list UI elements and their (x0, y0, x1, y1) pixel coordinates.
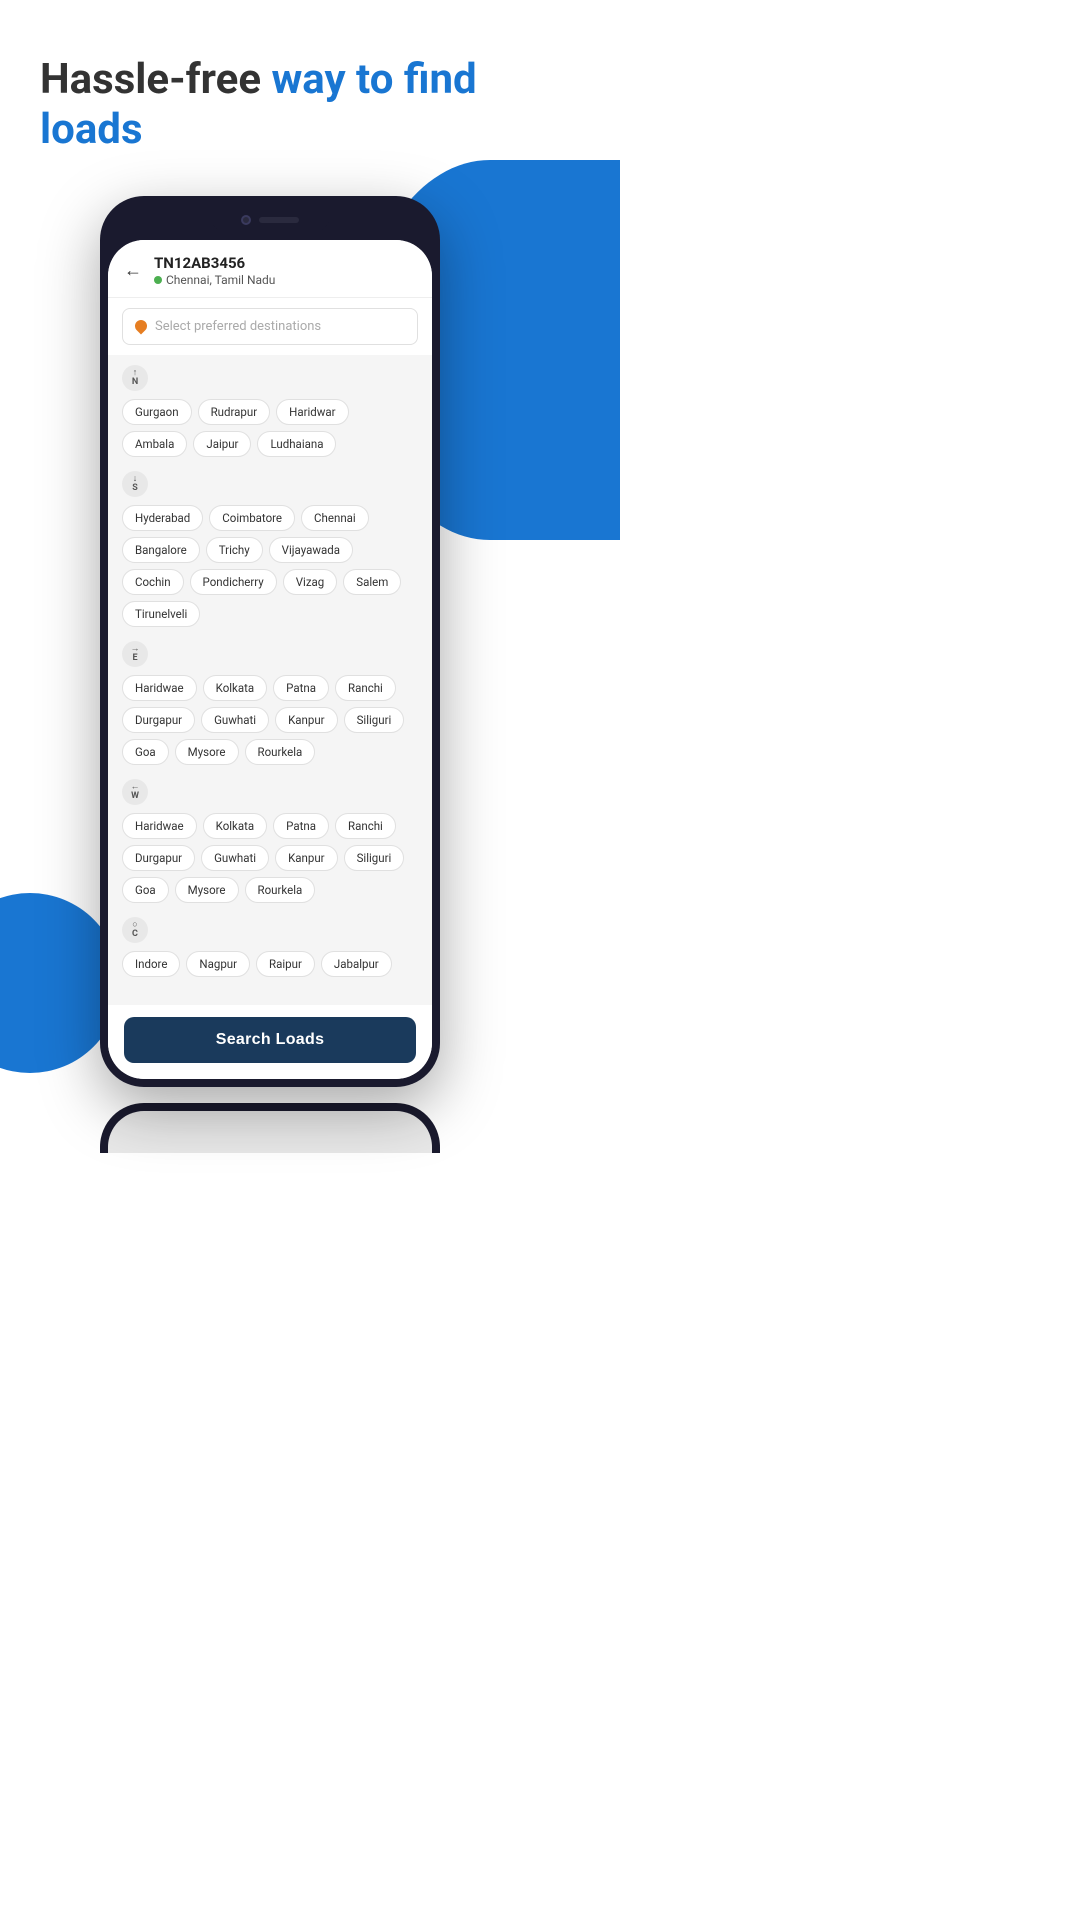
tag-pondicherry[interactable]: Pondicherry (190, 569, 277, 595)
tag-gurgaon[interactable]: Gurgaon (122, 399, 192, 425)
west-icon: ←W (122, 779, 148, 805)
tag-mysore-w[interactable]: Mysore (175, 877, 239, 903)
tag-kanpur-e[interactable]: Kanpur (275, 707, 338, 733)
destination-search-input[interactable]: Select preferred destinations (122, 308, 418, 345)
east-label: →E (122, 641, 418, 667)
camera-icon (241, 215, 251, 225)
central-tags: Indore Nagpur Raipur Jabalpur (122, 951, 418, 977)
direction-central: ○C Indore Nagpur Raipur Jabalpur (122, 917, 418, 977)
tag-coimbatore[interactable]: Coimbatore (209, 505, 295, 531)
page-header: Hassle-free way to find loads (0, 0, 540, 186)
online-indicator (154, 276, 162, 284)
vehicle-info: TN12AB3456 Chennai, Tamil Nadu (154, 254, 275, 287)
central-icon: ○C (122, 917, 148, 943)
tag-patna-w[interactable]: Patna (273, 813, 329, 839)
search-placeholder: Select preferred destinations (155, 319, 321, 334)
tag-kolkata-e[interactable]: Kolkata (203, 675, 268, 701)
tag-ranchi-w[interactable]: Ranchi (335, 813, 396, 839)
location-text: Chennai, Tamil Nadu (166, 273, 275, 287)
bottom-action-area: Search Loads (108, 1005, 432, 1079)
back-button[interactable]: ← (124, 260, 142, 281)
headline: Hassle-free way to find loads (40, 55, 500, 156)
tag-trichy[interactable]: Trichy (206, 537, 263, 563)
headline-blue-1: way to find (271, 55, 476, 104)
tag-ambala[interactable]: Ambala (122, 431, 187, 457)
tag-chennai[interactable]: Chennai (301, 505, 369, 531)
central-label: ○C (122, 917, 418, 943)
tag-kanpur-w[interactable]: Kanpur (275, 845, 338, 871)
tag-vizag[interactable]: Vizag (283, 569, 338, 595)
notch (210, 207, 330, 233)
speaker-icon (259, 217, 299, 223)
phone-screen: ← TN12AB3456 Chennai, Tamil Nadu Select … (108, 240, 432, 1079)
phone-wrapper: ← TN12AB3456 Chennai, Tamil Nadu Select … (0, 196, 540, 1087)
vehicle-id: TN12AB3456 (154, 254, 275, 272)
destinations-list: ↑N Gurgaon Rudrapur Haridwar Ambala Jaip… (108, 355, 432, 1001)
tag-durgapur-w[interactable]: Durgapur (122, 845, 195, 871)
tag-indore[interactable]: Indore (122, 951, 180, 977)
tag-kolkata-w[interactable]: Kolkata (203, 813, 268, 839)
south-label: ↓S (122, 471, 418, 497)
tag-tirunelveli[interactable]: Tirunelveli (122, 601, 200, 627)
tag-siliguri-e[interactable]: Siliguri (344, 707, 405, 733)
tag-hyderabad[interactable]: Hyderabad (122, 505, 203, 531)
tag-rourkela-e[interactable]: Rourkela (245, 739, 316, 765)
second-phone-stub (100, 1103, 440, 1153)
tag-nagpur[interactable]: Nagpur (186, 951, 250, 977)
tag-rudrapur[interactable]: Rudrapur (198, 399, 271, 425)
north-label: ↑N (122, 365, 418, 391)
west-label: ←W (122, 779, 418, 805)
tag-vijayawada[interactable]: Vijayawada (269, 537, 353, 563)
tag-durgapur-e[interactable]: Durgapur (122, 707, 195, 733)
tag-goa-w[interactable]: Goa (122, 877, 169, 903)
tag-salem[interactable]: Salem (343, 569, 401, 595)
bottom-phone-preview (0, 1103, 540, 1153)
phone-frame: ← TN12AB3456 Chennai, Tamil Nadu Select … (100, 196, 440, 1087)
tag-ranchi-e[interactable]: Ranchi (335, 675, 396, 701)
search-loads-button[interactable]: Search Loads (124, 1017, 416, 1063)
headline-black: Hassle-free (40, 55, 271, 104)
tag-jabalpur[interactable]: Jabalpur (321, 951, 392, 977)
tag-guwhati-e[interactable]: Guwhati (201, 707, 269, 733)
tag-jaipur[interactable]: Jaipur (193, 431, 251, 457)
tag-bangalore[interactable]: Bangalore (122, 537, 200, 563)
south-icon: ↓S (122, 471, 148, 497)
vehicle-location: Chennai, Tamil Nadu (154, 273, 275, 287)
notch-bar (108, 204, 432, 236)
west-tags: Haridwae Kolkata Patna Ranchi Durgapur G… (122, 813, 418, 903)
app-header: ← TN12AB3456 Chennai, Tamil Nadu (108, 240, 432, 298)
headline-blue-2: loads (40, 105, 143, 154)
tag-raipur[interactable]: Raipur (256, 951, 315, 977)
east-tags: Haridwae Kolkata Patna Ranchi Durgapur G… (122, 675, 418, 765)
direction-north: ↑N Gurgaon Rudrapur Haridwar Ambala Jaip… (122, 365, 418, 457)
location-pin-icon (133, 318, 150, 335)
tag-haridwae-w[interactable]: Haridwae (122, 813, 197, 839)
direction-east: →E Haridwae Kolkata Patna Ranchi Durgapu… (122, 641, 418, 765)
tag-rourkela-w[interactable]: Rourkela (245, 877, 316, 903)
direction-west: ←W Haridwae Kolkata Patna Ranchi Durgapu… (122, 779, 418, 903)
tag-guwhati-w[interactable]: Guwhati (201, 845, 269, 871)
search-box-container: Select preferred destinations (108, 298, 432, 355)
south-tags: Hyderabad Coimbatore Chennai Bangalore T… (122, 505, 418, 627)
tag-goa-e[interactable]: Goa (122, 739, 169, 765)
tag-haridwar[interactable]: Haridwar (276, 399, 348, 425)
tag-ludhaiana[interactable]: Ludhaiana (257, 431, 336, 457)
east-icon: →E (122, 641, 148, 667)
tag-haridwae-e[interactable]: Haridwae (122, 675, 197, 701)
direction-south: ↓S Hyderabad Coimbatore Chennai Bangalor… (122, 471, 418, 627)
north-tags: Gurgaon Rudrapur Haridwar Ambala Jaipur … (122, 399, 418, 457)
tag-patna-e[interactable]: Patna (273, 675, 329, 701)
tag-siliguri-w[interactable]: Siliguri (344, 845, 405, 871)
tag-mysore-e[interactable]: Mysore (175, 739, 239, 765)
north-icon: ↑N (122, 365, 148, 391)
tag-cochin[interactable]: Cochin (122, 569, 184, 595)
